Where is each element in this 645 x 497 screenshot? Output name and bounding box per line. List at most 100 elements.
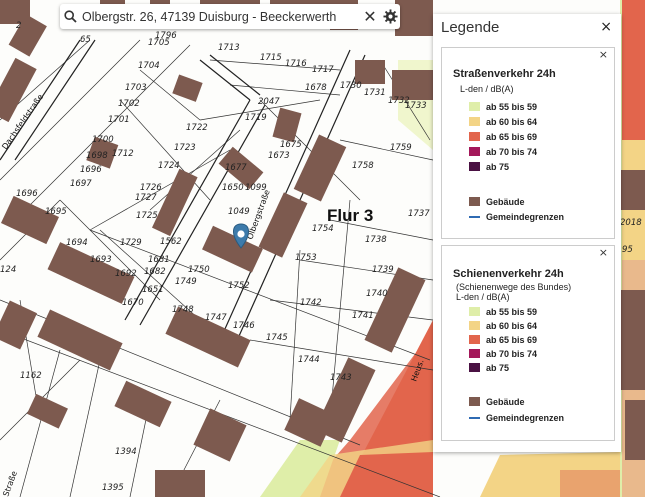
svg-text:1681: 1681 — [148, 255, 170, 265]
legend-boundary-label: Gemeindegrenzen — [486, 412, 565, 423]
svg-text:1675: 1675 — [280, 140, 302, 150]
svg-text:1733: 1733 — [405, 101, 427, 111]
rail-legend-subtitle: (Schienenwege des Bundes) — [456, 282, 572, 292]
svg-text:1670: 1670 — [122, 298, 144, 308]
rail-class-row: ab 55 bis 59 — [469, 306, 537, 317]
svg-text:1678: 1678 — [305, 83, 327, 93]
road-class-row: ab 65 bis 69 — [469, 131, 537, 142]
rail-building-row: Gebäude — [469, 396, 525, 407]
road-legend-title: Straßenverkehr 24h — [453, 68, 556, 80]
svg-text:65: 65 — [80, 35, 91, 45]
svg-text:1716: 1716 — [285, 59, 307, 69]
building-swatch — [469, 197, 480, 206]
svg-text:1694: 1694 — [66, 238, 88, 248]
svg-text:1758: 1758 — [352, 161, 374, 171]
svg-text:1692: 1692 — [115, 269, 137, 279]
svg-text:1651: 1651 — [142, 285, 164, 295]
svg-text:124: 124 — [0, 265, 16, 275]
legend-close-button[interactable]: × — [600, 19, 612, 35]
road-traffic-legend-card: × Straßenverkehr 24h L-den / dB(A) ab 55… — [441, 47, 615, 239]
svg-text:1759: 1759 — [390, 143, 412, 153]
legend-class-label: ab 65 bis 69 — [486, 131, 538, 142]
rail-card-close-button[interactable]: × — [599, 246, 608, 259]
rail-class-row: ab 60 bis 64 — [469, 320, 537, 331]
road-legend-unit: L-den / dB(A) — [460, 84, 514, 94]
rail-legend-title: Schienenverkehr 24h — [453, 268, 564, 280]
svg-text:1722: 1722 — [186, 123, 208, 133]
svg-text:1743: 1743 — [330, 373, 352, 383]
svg-text:1696: 1696 — [80, 165, 102, 175]
svg-text:1745: 1745 — [266, 333, 288, 343]
road-card-close-button[interactable]: × — [599, 48, 608, 61]
svg-text:1744: 1744 — [298, 355, 320, 365]
svg-text:1049: 1049 — [228, 207, 250, 217]
svg-text:1395: 1395 — [102, 483, 124, 493]
street-label-strasse: Straße — [1, 470, 19, 497]
svg-text:1703: 1703 — [125, 83, 147, 93]
svg-text:1713: 1713 — [218, 43, 240, 53]
rail-legend-unit: L-den / dB(A) — [456, 292, 510, 302]
svg-text:1738: 1738 — [365, 235, 387, 245]
svg-text:1726: 1726 — [140, 183, 162, 193]
legend-class-label: ab 60 bis 64 — [486, 320, 538, 331]
svg-text:1742: 1742 — [300, 298, 322, 308]
svg-text:1394: 1394 — [115, 447, 137, 457]
road-building-row: Gebäude — [469, 196, 525, 207]
road-boundary-row: Gemeindegrenzen — [469, 211, 564, 222]
svg-text:1727: 1727 — [135, 193, 157, 203]
legend-building-label: Gebäude — [486, 196, 525, 207]
rail-traffic-legend-card: × Schienenverkehr 24h (Schienenwege des … — [441, 245, 615, 441]
svg-text:1701: 1701 — [108, 115, 130, 125]
rail-class-row: ab 70 bis 74 — [469, 348, 537, 359]
svg-text:1650: 1650 — [222, 183, 244, 193]
legend-swatch — [469, 132, 480, 141]
svg-text:1700: 1700 — [92, 135, 114, 145]
svg-text:1750: 1750 — [188, 265, 210, 275]
clear-search-icon[interactable]: ✕ — [362, 7, 378, 26]
svg-text:95: 95 — [622, 245, 633, 255]
svg-text:1719: 1719 — [245, 113, 267, 123]
search-input[interactable]: Olbergstr. 26, 47139 Duisburg - Beeckerw… — [80, 10, 362, 24]
svg-text:1741: 1741 — [352, 311, 374, 321]
flur-label: Flur 3 — [327, 206, 374, 225]
svg-text:1099: 1099 — [245, 183, 267, 193]
legend-swatch — [469, 321, 480, 330]
svg-text:1697: 1697 — [70, 179, 92, 189]
legend-swatch — [469, 349, 480, 358]
building-swatch — [469, 397, 480, 406]
svg-text:1725: 1725 — [136, 211, 158, 221]
svg-text:2018: 2018 — [620, 218, 642, 228]
legend-swatch — [469, 147, 480, 156]
svg-text:1724: 1724 — [158, 161, 180, 171]
search-icon[interactable] — [60, 7, 80, 27]
legend-class-label: ab 60 bis 64 — [486, 116, 538, 127]
svg-text:1702: 1702 — [118, 99, 140, 109]
legend-class-label: ab 55 bis 59 — [486, 306, 538, 317]
svg-text:1677: 1677 — [225, 163, 247, 173]
svg-text:1753: 1753 — [295, 253, 317, 263]
svg-text:1695: 1695 — [45, 207, 67, 217]
legend-class-label: ab 55 bis 59 — [486, 101, 538, 112]
legend-swatch — [469, 363, 480, 372]
svg-text:2: 2 — [16, 21, 21, 31]
boundary-line-swatch — [469, 215, 480, 218]
svg-text:1696: 1696 — [16, 189, 38, 199]
svg-text:1752: 1752 — [228, 281, 250, 291]
address-search-bar[interactable]: Olbergstr. 26, 47139 Duisburg - Beeckerw… — [60, 4, 400, 29]
road-class-row: ab 75 — [469, 161, 509, 172]
boundary-line-swatch — [469, 416, 480, 419]
svg-text:1749: 1749 — [175, 277, 197, 287]
svg-text:1729: 1729 — [120, 238, 142, 248]
svg-text:1747: 1747 — [205, 313, 227, 323]
legend-class-label: ab 70 bis 74 — [486, 348, 538, 359]
legend-swatch — [469, 335, 480, 344]
svg-text:2047: 2047 — [258, 97, 280, 107]
svg-text:1682: 1682 — [144, 267, 166, 277]
svg-text:1704: 1704 — [138, 61, 160, 71]
legend-swatch — [469, 162, 480, 171]
svg-text:1796: 1796 — [155, 31, 177, 41]
svg-text:1717: 1717 — [312, 65, 334, 75]
gear-icon[interactable] — [380, 7, 400, 27]
svg-text:1693: 1693 — [90, 255, 112, 265]
svg-text:1739: 1739 — [372, 265, 394, 275]
